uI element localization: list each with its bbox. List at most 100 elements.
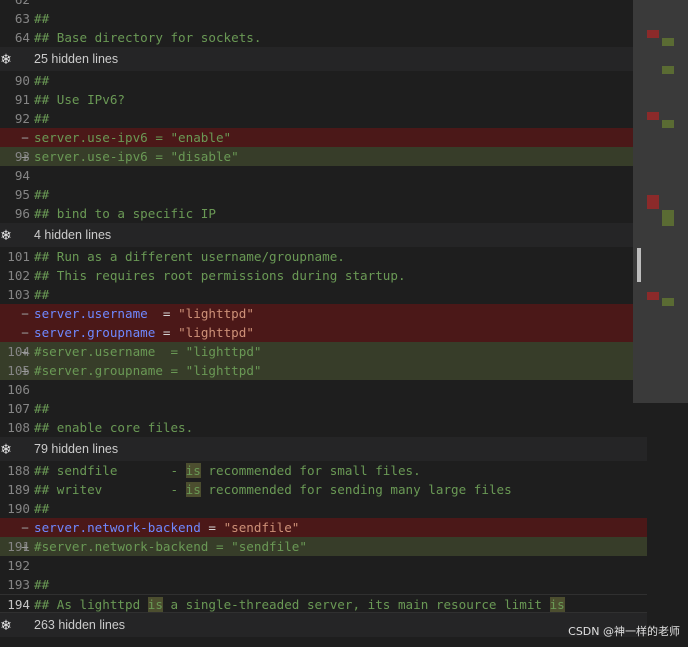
setting-value: "lighttpd"	[178, 325, 254, 340]
comment-text: server.use-ipv6 = "disable"	[34, 149, 239, 164]
comment-text: ## writev - is recommended for sending m…	[34, 482, 512, 497]
line-text: ## writev - is recommended for sending m…	[34, 480, 512, 499]
code-line[interactable]: 106	[0, 380, 647, 399]
comment-text: ## As lighttpd is a single-threaded serv…	[34, 597, 565, 612]
hidden-lines-label: 79 hidden lines	[34, 442, 119, 456]
code-line[interactable]: 62	[0, 0, 647, 9]
line-text: #server.groupname = "lighttpd"	[34, 363, 262, 378]
setting-value: "sendfile"	[231, 539, 307, 554]
code-line[interactable]: 194 ## As lighttpd is a single-threaded s…	[0, 594, 647, 613]
line-text: ## As lighttpd is a single-threaded serv…	[34, 595, 565, 614]
code-line[interactable]: 192	[0, 556, 647, 575]
line-number: 96	[14, 206, 30, 221]
comment-text: ## bind to a specific IP	[34, 206, 216, 221]
setting-key: #server.network-backend	[34, 539, 209, 554]
comment-text: ##	[34, 287, 50, 302]
code-line[interactable]: 101 ## Run as a different username/groupn…	[0, 247, 647, 266]
comment-text: ##	[34, 73, 50, 88]
comment-text: ## sendfile - is recommended for small f…	[34, 463, 421, 478]
diff-editor[interactable]: 62 63 ## 64 ## Base directory for sockets. ❄ 2…	[0, 0, 647, 647]
line-text: server.network-backend = "sendfile"	[34, 520, 300, 535]
code-line[interactable]: 94	[0, 166, 647, 185]
hidden-lines-fold[interactable]: ❄ 4 hidden lines	[0, 223, 647, 247]
setting-value: "lighttpd"	[178, 306, 254, 321]
unfold-icon[interactable]: ❄	[0, 223, 12, 247]
scrollbar-thumb[interactable]	[637, 248, 641, 282]
line-number: 91	[14, 92, 30, 107]
watermark: CSDN @神一样的老师	[568, 625, 680, 638]
overview-addition-marker	[662, 66, 674, 74]
line-text: ## enable core files.	[34, 418, 193, 437]
code-line[interactable]: 108 ## enable core files.	[0, 418, 647, 437]
line-text: ##	[34, 575, 49, 594]
line-number: 189	[7, 482, 30, 497]
hidden-lines-fold[interactable]: ❄ 79 hidden lines	[0, 437, 647, 461]
minus-icon: −	[21, 306, 29, 321]
deleted-line[interactable]: − server.network-backend = "sendfile"	[0, 518, 647, 537]
line-number: 94	[14, 168, 30, 183]
overview-ruler[interactable]	[633, 0, 688, 403]
deleted-line[interactable]: − server.use-ipv6 = "enable"	[0, 128, 647, 147]
comment-text: server.use-ipv6 = "enable"	[34, 130, 232, 145]
line-number: 102	[7, 268, 30, 283]
code-line[interactable]: 102 ## This requires root permissions dur…	[0, 266, 647, 285]
overview-deletion-marker	[647, 30, 659, 38]
code-line[interactable]: 63 ##	[0, 9, 647, 28]
code-line[interactable]: 92 ##	[0, 109, 647, 128]
line-number: 95	[14, 187, 30, 202]
code-line[interactable]: 96 ## bind to a specific IP	[0, 204, 647, 223]
line-text: ## Run as a different username/groupname…	[34, 247, 345, 266]
line-number: 190	[7, 501, 30, 516]
setting-key: server.username	[34, 306, 148, 321]
comment-text: ## Base directory for sockets.	[34, 30, 262, 45]
code-line[interactable]: 103 ##	[0, 285, 647, 304]
minus-icon: −	[21, 520, 29, 535]
line-text: ##	[34, 399, 49, 418]
code-line[interactable]: 189 ## writev - is recommended for sendin…	[0, 480, 647, 499]
added-line[interactable]: 104 + #server.username = "lighttpd"	[0, 342, 647, 361]
line-number: 193	[7, 577, 30, 592]
line-number: 106	[7, 382, 30, 397]
unfold-icon[interactable]: ❄	[0, 47, 12, 71]
code-line[interactable]: 190 ##	[0, 499, 647, 518]
line-text: server.groupname = "lighttpd"	[34, 325, 254, 340]
plus-icon: +	[21, 363, 29, 378]
line-text: ##	[34, 9, 49, 28]
hidden-lines-fold[interactable]: ❄ 25 hidden lines	[0, 47, 647, 71]
line-number: 64	[14, 30, 30, 45]
line-text: ## sendfile - is recommended for small f…	[34, 461, 421, 480]
comment-text: ## Use IPv6?	[34, 92, 125, 107]
comment-text: ##	[34, 11, 50, 26]
line-number: 62	[0, 0, 30, 9]
code-line[interactable]: 64 ## Base directory for sockets.	[0, 28, 647, 47]
line-text: ##	[34, 285, 49, 304]
code-line[interactable]: 90 ##	[0, 71, 647, 90]
hidden-lines-fold[interactable]: ❄ 263 hidden lines	[0, 613, 647, 637]
line-text: ##	[34, 71, 49, 90]
comment-text: ##	[34, 111, 50, 126]
deleted-line[interactable]: − server.username = "lighttpd"	[0, 304, 647, 323]
code-line[interactable]: 193 ##	[0, 575, 647, 594]
code-line[interactable]: 188 ## sendfile - is recommended for smal…	[0, 461, 647, 480]
line-text: #server.network-backend = "sendfile"	[34, 539, 307, 554]
minus-icon: −	[21, 325, 29, 340]
unfold-icon[interactable]: ❄	[0, 613, 12, 637]
code-line[interactable]: 95 ##	[0, 185, 647, 204]
setting-value: "sendfile"	[223, 520, 300, 535]
line-number: 101	[7, 249, 30, 264]
line-number: 194	[7, 597, 30, 612]
line-number: 192	[7, 558, 30, 573]
setting-value: "lighttpd"	[185, 363, 262, 378]
added-line[interactable]: 93 + server.use-ipv6 = "disable"	[0, 147, 647, 166]
minus-icon: −	[21, 130, 29, 145]
overview-addition-marker	[662, 210, 674, 226]
code-line[interactable]: 91 ## Use IPv6?	[0, 90, 647, 109]
code-line[interactable]: 107 ##	[0, 399, 647, 418]
added-line[interactable]: 191 + #server.network-backend = "sendfile"	[0, 537, 647, 556]
hidden-lines-label: 25 hidden lines	[34, 52, 119, 66]
overview-deletion-marker	[647, 292, 659, 300]
added-line[interactable]: 105 + #server.groupname = "lighttpd"	[0, 361, 647, 380]
comment-text: ##	[34, 501, 50, 516]
deleted-line[interactable]: − server.groupname = "lighttpd"	[0, 323, 647, 342]
unfold-icon[interactable]: ❄	[0, 437, 12, 461]
